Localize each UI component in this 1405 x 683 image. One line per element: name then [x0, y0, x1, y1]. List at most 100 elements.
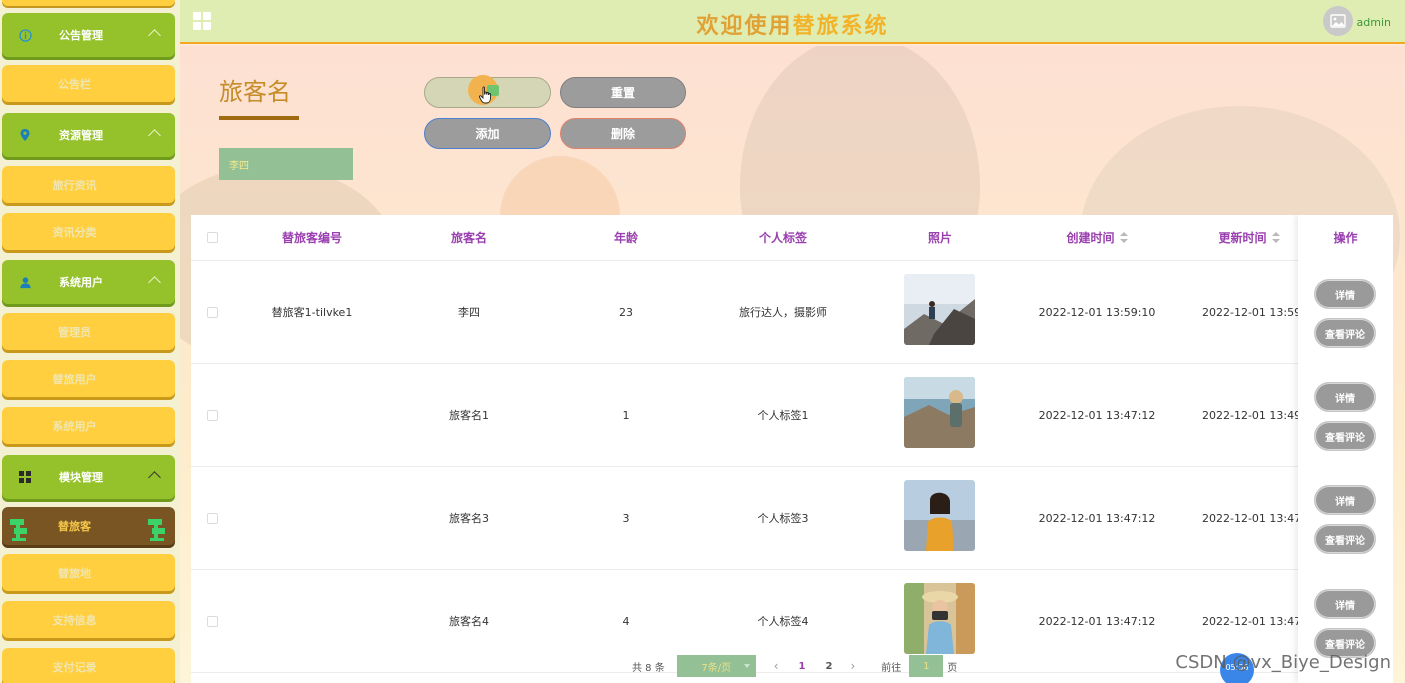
detail-button[interactable]: 详情: [1314, 382, 1376, 412]
cell-created: 2022-12-01 13:59:10: [1038, 306, 1156, 319]
sidebar-item-system-users[interactable]: 系统用户: [2, 407, 175, 444]
cell-created: 2022-12-01 13:47:12: [1038, 615, 1156, 628]
sidebar-group-label: 公告管理: [59, 29, 103, 42]
cell-age: 23: [619, 306, 633, 319]
sidebar-item-label: 支持信息: [52, 613, 97, 627]
traveler-name-search-input[interactable]: [219, 148, 353, 180]
add-button[interactable]: 添加: [424, 118, 551, 149]
column-header-photo[interactable]: 照片: [859, 215, 1021, 261]
goto-page-input[interactable]: 1: [909, 655, 944, 677]
prev-page-button[interactable]: ‹: [774, 659, 779, 673]
search-label-underline: [219, 116, 299, 120]
cell-name: 李四: [458, 306, 480, 319]
column-header-age[interactable]: 年龄: [545, 215, 707, 261]
sidebar-item-label: 资讯分类: [52, 225, 97, 239]
select-all-checkbox[interactable]: [207, 232, 218, 243]
sidebar: 公告管理 公告栏 资源管理 旅行资讯 资讯分类 系统用户 管理员 替旅用户 系统…: [0, 0, 180, 683]
view-comments-button[interactable]: 查看评论: [1314, 421, 1376, 451]
cell-tags: 个人标签3: [757, 512, 809, 525]
cell-tags: 个人标签1: [757, 409, 809, 422]
reset-button[interactable]: 重置: [560, 77, 686, 108]
detail-button[interactable]: 详情: [1314, 279, 1376, 309]
sidebar-item-travelers-active[interactable]: 替旅客: [2, 507, 175, 545]
cell-created: 2022-12-01 13:47:12: [1038, 409, 1156, 422]
view-comments-button[interactable]: 查看评论: [1314, 524, 1376, 554]
sidebar-item-notice-board[interactable]: 公告栏: [2, 65, 175, 102]
cell-id: [231, 364, 393, 467]
sidebar-group-resources[interactable]: 资源管理: [2, 113, 175, 157]
row-checkbox[interactable]: [207, 513, 218, 524]
sidebar-item-travel-users[interactable]: 替旅用户: [2, 360, 175, 397]
username[interactable]: admin: [1357, 16, 1391, 29]
row-checkbox[interactable]: [207, 410, 218, 421]
row-checkbox[interactable]: [207, 616, 218, 627]
next-page-button[interactable]: ›: [850, 659, 855, 673]
sidebar-item-label: 公告栏: [58, 77, 91, 91]
detail-button[interactable]: 详情: [1314, 485, 1376, 515]
sidebar-item-label: 支付记录: [52, 660, 97, 674]
goto-label: 前往: [881, 662, 902, 674]
cell-name: 旅客名3: [449, 512, 489, 525]
sidebar-item-admin[interactable]: 管理员: [2, 313, 175, 350]
traveler-photo[interactable]: [904, 480, 975, 551]
row-checkbox[interactable]: [207, 307, 218, 318]
sidebar-top-edge: [2, 0, 175, 6]
column-header-created[interactable]: 创建时间: [1021, 215, 1173, 261]
search-field-label: 旅客名: [219, 78, 291, 106]
operations-column: 操作 详情 查看评论 详情 查看评论 详情 查看评论 详情 查看评论: [1298, 215, 1393, 683]
detail-button[interactable]: 详情: [1314, 589, 1376, 619]
image-icon: [1330, 14, 1346, 28]
sidebar-group-system-users[interactable]: 系统用户: [2, 260, 175, 304]
traveler-photo[interactable]: [904, 274, 975, 345]
grid-icon: [18, 470, 32, 484]
column-header-created-label: 创建时间: [1066, 231, 1115, 245]
column-header-tags[interactable]: 个人标签: [707, 215, 859, 261]
hand-cursor-icon: [478, 86, 491, 104]
table-row: 旅客名3 3 个人标签3 2022-12-01 13:47:12 2022-12…: [191, 467, 1393, 570]
sidebar-group-modules[interactable]: 模块管理: [2, 455, 175, 499]
app-title-part2: 替旅系统: [792, 14, 889, 39]
location-pin-icon: [18, 128, 32, 142]
sidebar-item-destinations[interactable]: 替旅地: [2, 554, 175, 591]
chevron-up-icon: [148, 471, 161, 484]
sidebar-group-notice[interactable]: 公告管理: [2, 13, 175, 57]
page-number-1[interactable]: 1: [799, 661, 806, 672]
signpost-icon: [148, 516, 168, 541]
traveler-photo[interactable]: [904, 377, 975, 448]
signpost-icon: [10, 516, 30, 541]
sidebar-item-label: 替旅地: [58, 566, 91, 580]
pagination: 共 8 条 7条/页 ‹ 1 2 › 前往 1 页: [620, 654, 957, 678]
sidebar-item-support-info[interactable]: 支持信息: [2, 601, 175, 638]
sidebar-item-travel-news[interactable]: 旅行资讯: [2, 166, 175, 203]
cell-tags: 旅行达人，摄影师: [739, 306, 827, 319]
cell-id: 替旅客1-tilvke1: [271, 306, 353, 319]
sidebar-group-label: 资源管理: [59, 129, 103, 142]
app-title-part1: 欢迎使用: [696, 14, 793, 39]
traveler-table: 替旅客编号 旅客名 年龄 个人标签 照片 创建时间 更新时间 替旅客1-tilv…: [191, 215, 1393, 683]
sidebar-group-label: 模块管理: [59, 471, 103, 484]
sidebar-item-news-category[interactable]: 资讯分类: [2, 213, 175, 250]
sidebar-item-label: 替旅客: [58, 520, 91, 533]
chevron-up-icon: [148, 129, 161, 142]
info-icon: [18, 28, 32, 42]
sidebar-item-payments[interactable]: 支付记录: [2, 648, 175, 683]
sort-icon[interactable]: [1119, 232, 1128, 243]
table-row: 替旅客1-tilvke1 李四 23 旅行达人，摄影师 2022-12-01 1…: [191, 261, 1393, 364]
delete-button[interactable]: 删除: [560, 118, 686, 149]
watermark: CSDN @vx_Biye_Design: [1175, 652, 1391, 673]
page-number-2[interactable]: 2: [826, 661, 833, 672]
cell-name: 旅客名4: [449, 615, 489, 628]
pagination-total: 共 8 条: [632, 662, 665, 674]
table-header: 替旅客编号 旅客名 年龄 个人标签 照片 创建时间 更新时间: [191, 215, 1393, 261]
column-header-id[interactable]: 替旅客编号: [231, 215, 393, 261]
traveler-photo[interactable]: [904, 583, 975, 654]
view-comments-button[interactable]: 查看评论: [1314, 318, 1376, 348]
sidebar-group-label: 系统用户: [59, 276, 103, 289]
column-header-name[interactable]: 旅客名: [393, 215, 545, 261]
page-size-select[interactable]: 7条/页: [676, 655, 756, 677]
page-suffix: 页: [947, 662, 958, 674]
cell-name: 旅客名1: [449, 409, 489, 422]
sort-icon[interactable]: [1271, 232, 1280, 243]
avatar[interactable]: [1323, 6, 1353, 36]
user-icon: [18, 275, 32, 289]
